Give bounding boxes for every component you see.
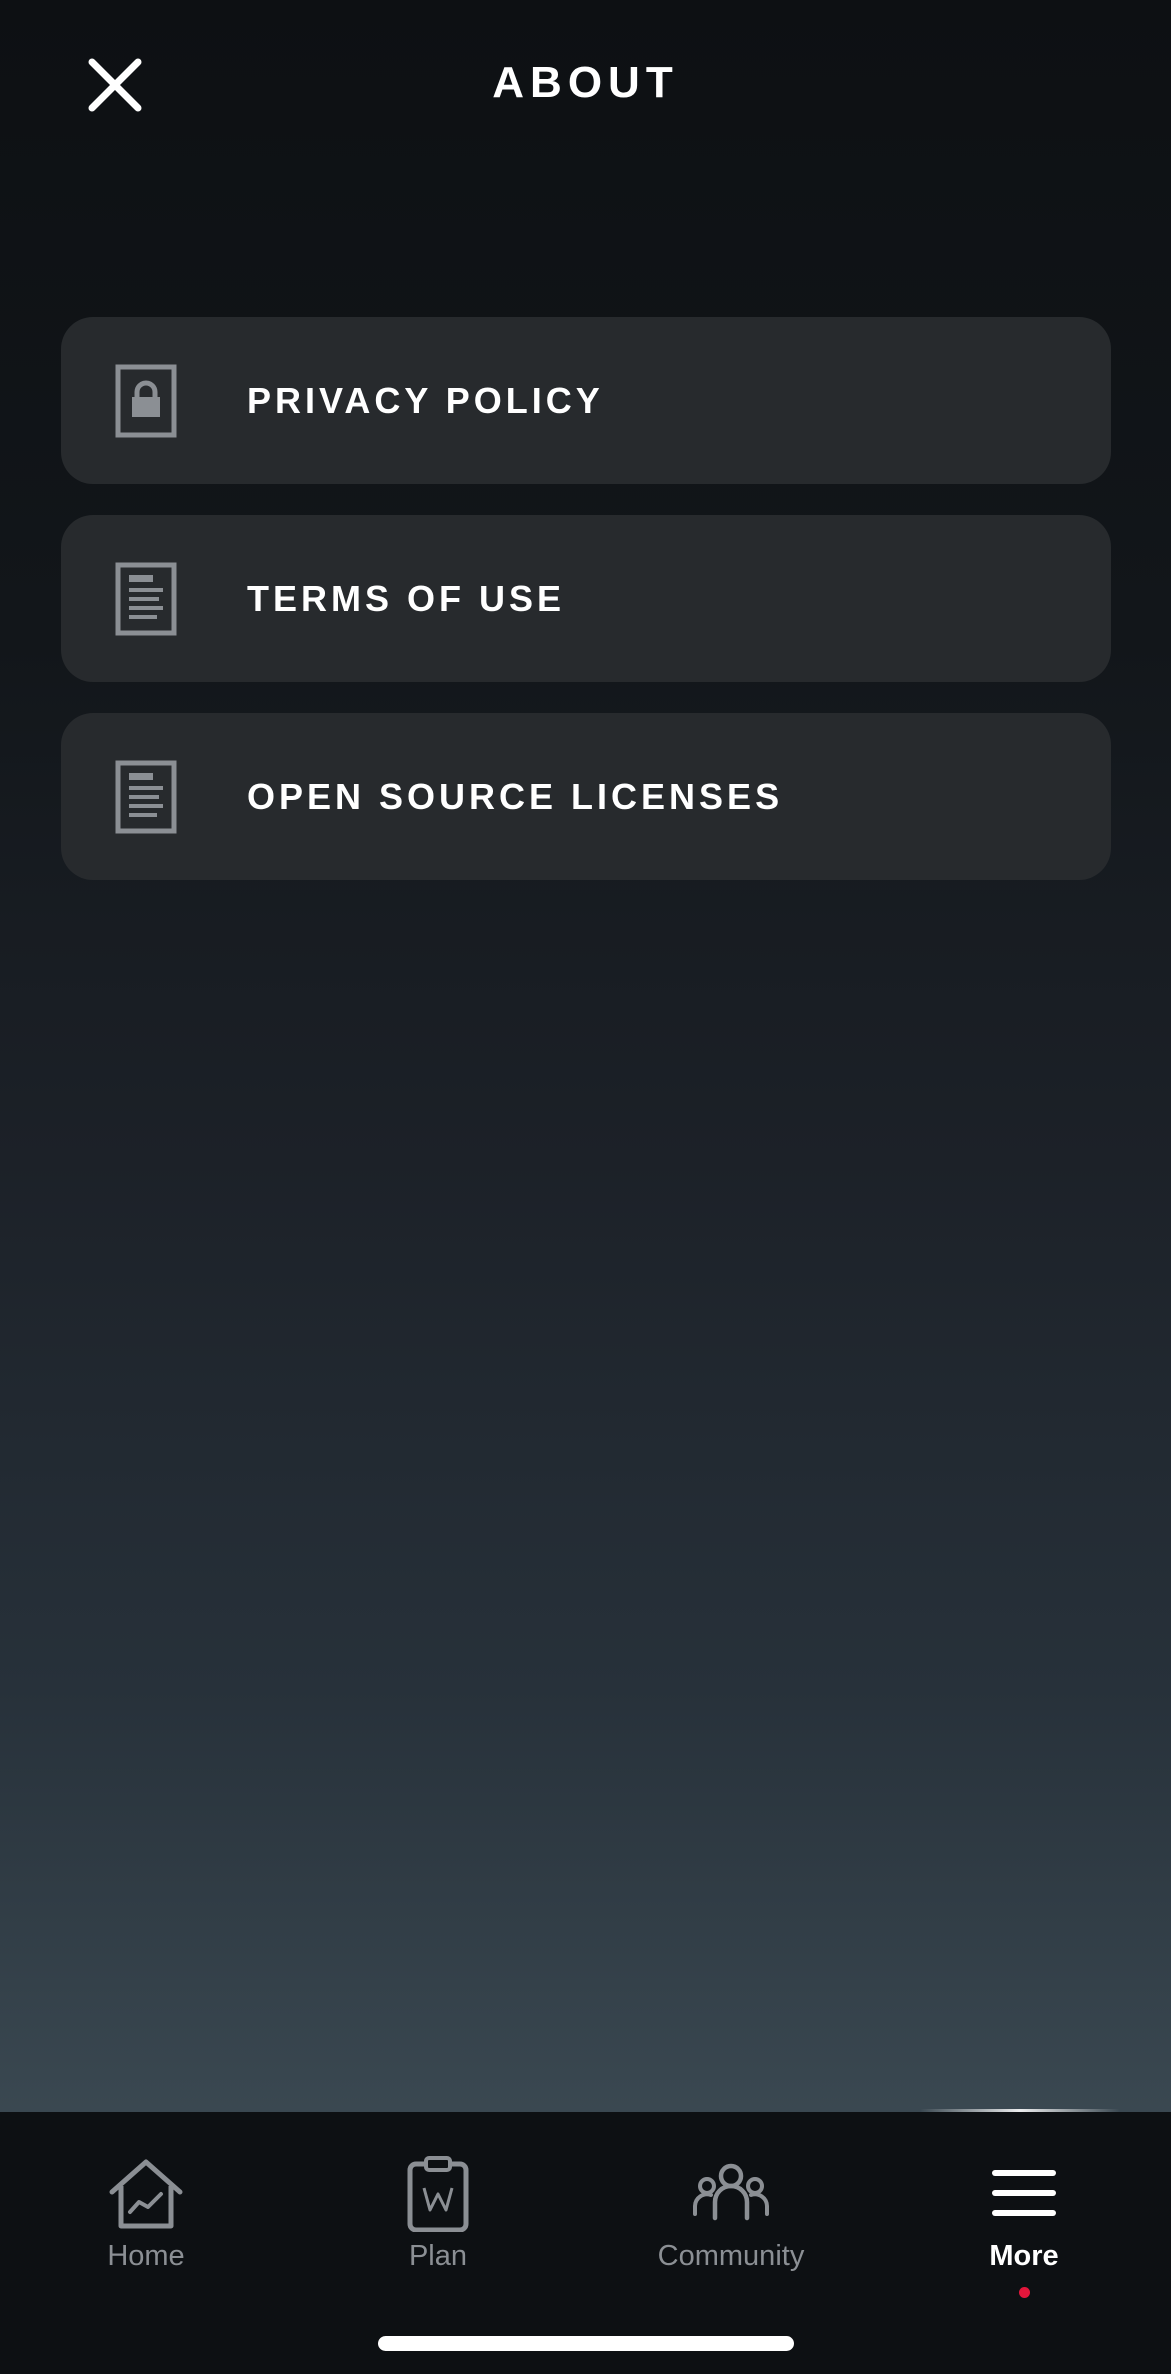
open-source-licenses-item[interactable]: OPEN SOURCE LICENSES [61,713,1111,880]
header: ABOUT [0,0,1171,170]
privacy-policy-label: PRIVACY POLICY [247,380,604,421]
document-icon [115,562,177,636]
open-source-licenses-label: OPEN SOURCE LICENSES [247,776,784,817]
tab-more[interactable]: More [878,2112,1170,2302]
lock-document-icon [115,364,177,438]
tab-plan-label: Plan [408,2240,468,2272]
tab-home-label: Home [107,2240,185,2272]
document-icon [115,760,177,834]
hamburger-menu-icon [992,2170,1056,2216]
tab-plan[interactable]: Plan [292,2112,584,2302]
privacy-policy-item[interactable]: PRIVACY POLICY [61,317,1111,484]
tab-home[interactable]: Home [0,2112,292,2302]
home-chart-icon [109,2159,183,2229]
about-menu-list: PRIVACY POLICY TERMS OF USE OPEN SOURCE … [61,317,1111,911]
home-indicator[interactable] [378,2336,794,2351]
page-title: ABOUT [492,58,679,107]
people-icon [693,2163,769,2221]
tab-more-label: More [989,2240,1059,2272]
about-screen: ABOUT PRIVACY POLICY TERMS OF USE OPEN S… [0,0,1171,2112]
terms-of-use-item[interactable]: TERMS OF USE [61,515,1111,682]
active-tab-indicator [1019,2287,1030,2298]
terms-of-use-label: TERMS OF USE [247,578,566,619]
tab-community-label: Community [657,2240,805,2272]
tab-community[interactable]: Community [585,2112,877,2302]
tab-bar: Home Plan Community More [0,2112,1171,2374]
clipboard-icon [407,2156,469,2232]
